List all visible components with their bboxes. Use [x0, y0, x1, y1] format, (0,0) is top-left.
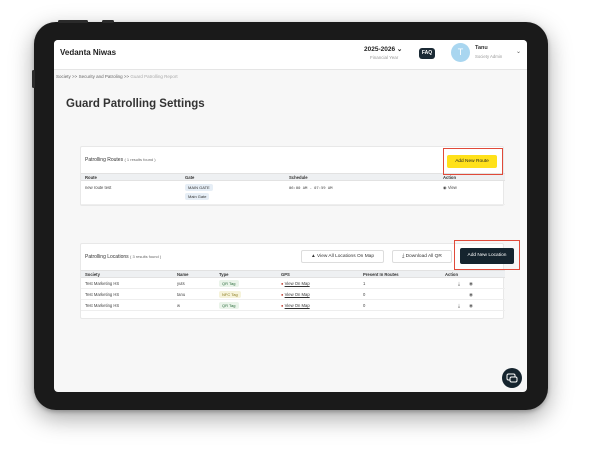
view-on-map-link[interactable]: ● View On Map — [281, 281, 310, 286]
chevron-down-icon: ⌄ — [396, 46, 403, 53]
chat-icon — [506, 373, 518, 383]
col-type: Type — [219, 272, 229, 277]
eye-icon[interactable]: ◉ — [469, 281, 473, 287]
download-icon[interactable]: ⤓ — [458, 303, 460, 308]
breadcrumb: Society >> Security and Patroling >> Gua… — [56, 74, 178, 79]
patrolling-routes-card: Patrolling Routes ( 1 results found ) Ro… — [80, 146, 505, 206]
col-gate: Gate — [185, 175, 195, 180]
table-row: Test Marketing HS yuts QR Tag ● View On … — [81, 278, 505, 289]
breadcrumb-separator: >> — [123, 74, 130, 79]
eye-icon: ◉ — [443, 185, 447, 190]
location-name: w — [177, 303, 181, 308]
map-pin-icon: ● — [281, 303, 284, 308]
map-pin-icon: ● — [281, 292, 284, 297]
financial-year-label: Financial Year — [370, 55, 399, 60]
page-title: Guard Patrolling Settings — [66, 98, 205, 110]
col-society: Society — [85, 272, 100, 277]
table-row: Test Marketing HS w QR Tag ● View On Map… — [81, 300, 505, 311]
download-icon[interactable]: ⤓ — [458, 281, 460, 286]
routes-card-title: Patrolling Routes ( 1 results found ) — [85, 157, 156, 163]
gate-chip: Main Gate — [185, 193, 210, 200]
routes-table: Route Gate Schedule Action new route tes… — [81, 173, 505, 205]
type-chip: QR Tag — [219, 302, 239, 309]
location-name: yuts — [177, 281, 185, 286]
user-role: Society Admin — [475, 54, 503, 59]
locations-table: Society Name Type GPS Present In Routes … — [81, 270, 505, 311]
eye-icon[interactable]: ◉ — [469, 292, 473, 298]
col-schedule: Schedule — [289, 175, 308, 180]
col-action: Action — [443, 175, 457, 180]
highlight-box-add-location — [454, 240, 520, 270]
route-schedule: 06:00 AM - 07:59 AM — [289, 185, 333, 190]
location-name: tanu — [177, 292, 186, 297]
location-society: Test Marketing HS — [85, 281, 120, 286]
location-society: Test Marketing HS — [85, 303, 120, 308]
view-all-locations-map-button[interactable]: ▲ View All Locations On Map — [301, 250, 384, 263]
gate-chip: MAIN GATE — [185, 184, 213, 191]
breadcrumb-separator: >> — [72, 74, 78, 79]
financial-year-selector[interactable]: 2025-2026 ⌄ — [364, 45, 402, 53]
table-row: Test Marketing HS tanu NFC Tag ● View On… — [81, 289, 505, 300]
society-name: Vedanta Niwas — [60, 48, 117, 57]
chat-fab-button[interactable] — [502, 368, 522, 388]
map-pin-icon: ● — [281, 281, 284, 286]
download-icon: ⤓ — [402, 254, 405, 259]
col-route: Route — [85, 175, 97, 180]
table-row: new route test MAIN GATE Main Gate 06:00… — [81, 181, 505, 205]
view-route-button[interactable]: ◉ View — [443, 185, 457, 190]
type-chip: NFC Tag — [219, 291, 241, 298]
routes-table-header: Route Gate Schedule Action — [81, 173, 505, 181]
breadcrumb-current: Guard Patrolling Report — [130, 74, 178, 79]
breadcrumb-security[interactable]: Security and Patroling — [79, 74, 123, 79]
routes-count: ( 1 results found ) — [124, 157, 156, 162]
user-menu-chevron-icon[interactable]: ⌄ — [516, 48, 521, 55]
faq-button[interactable]: FAQ — [419, 48, 435, 59]
view-on-map-link[interactable]: ● View On Map — [281, 292, 310, 297]
map-icon: ▲ — [310, 254, 316, 259]
app-screen: Vedanta Niwas 2025-2026 ⌄ Financial Year… — [54, 40, 527, 392]
present-in-routes: 0 — [363, 303, 366, 308]
present-in-routes: 1 — [363, 281, 366, 286]
top-bar: Vedanta Niwas 2025-2026 ⌄ Financial Year… — [54, 40, 527, 70]
download-all-qr-button[interactable]: ⤓ Download All QR — [392, 250, 452, 263]
route-name: new route test — [85, 185, 112, 190]
avatar[interactable]: T — [451, 43, 470, 62]
tablet-side-button — [32, 70, 35, 88]
col-action: Action — [445, 272, 459, 277]
tablet-frame: Vedanta Niwas 2025-2026 ⌄ Financial Year… — [32, 20, 548, 410]
eye-icon[interactable]: ◉ — [469, 303, 473, 309]
locations-table-header: Society Name Type GPS Present In Routes … — [81, 270, 505, 278]
highlight-box-add-route — [443, 148, 503, 175]
location-society: Test Marketing HS — [85, 292, 120, 297]
view-on-map-link[interactable]: ● View On Map — [281, 303, 310, 308]
col-name: Name — [177, 272, 189, 277]
tablet-top-button-2 — [102, 20, 114, 23]
tablet-top-button — [58, 20, 88, 23]
locations-card-title: Patrolling Locations ( 3 results found ) — [85, 254, 162, 260]
present-in-routes: 0 — [363, 292, 366, 297]
type-chip: QR Tag — [219, 280, 239, 287]
col-gps: GPS — [281, 272, 290, 277]
col-present-in-routes: Present In Routes — [363, 272, 399, 277]
user-name: Tanu — [475, 45, 488, 51]
locations-count: ( 3 results found ) — [130, 254, 162, 259]
breadcrumb-society[interactable]: Society — [56, 74, 71, 79]
